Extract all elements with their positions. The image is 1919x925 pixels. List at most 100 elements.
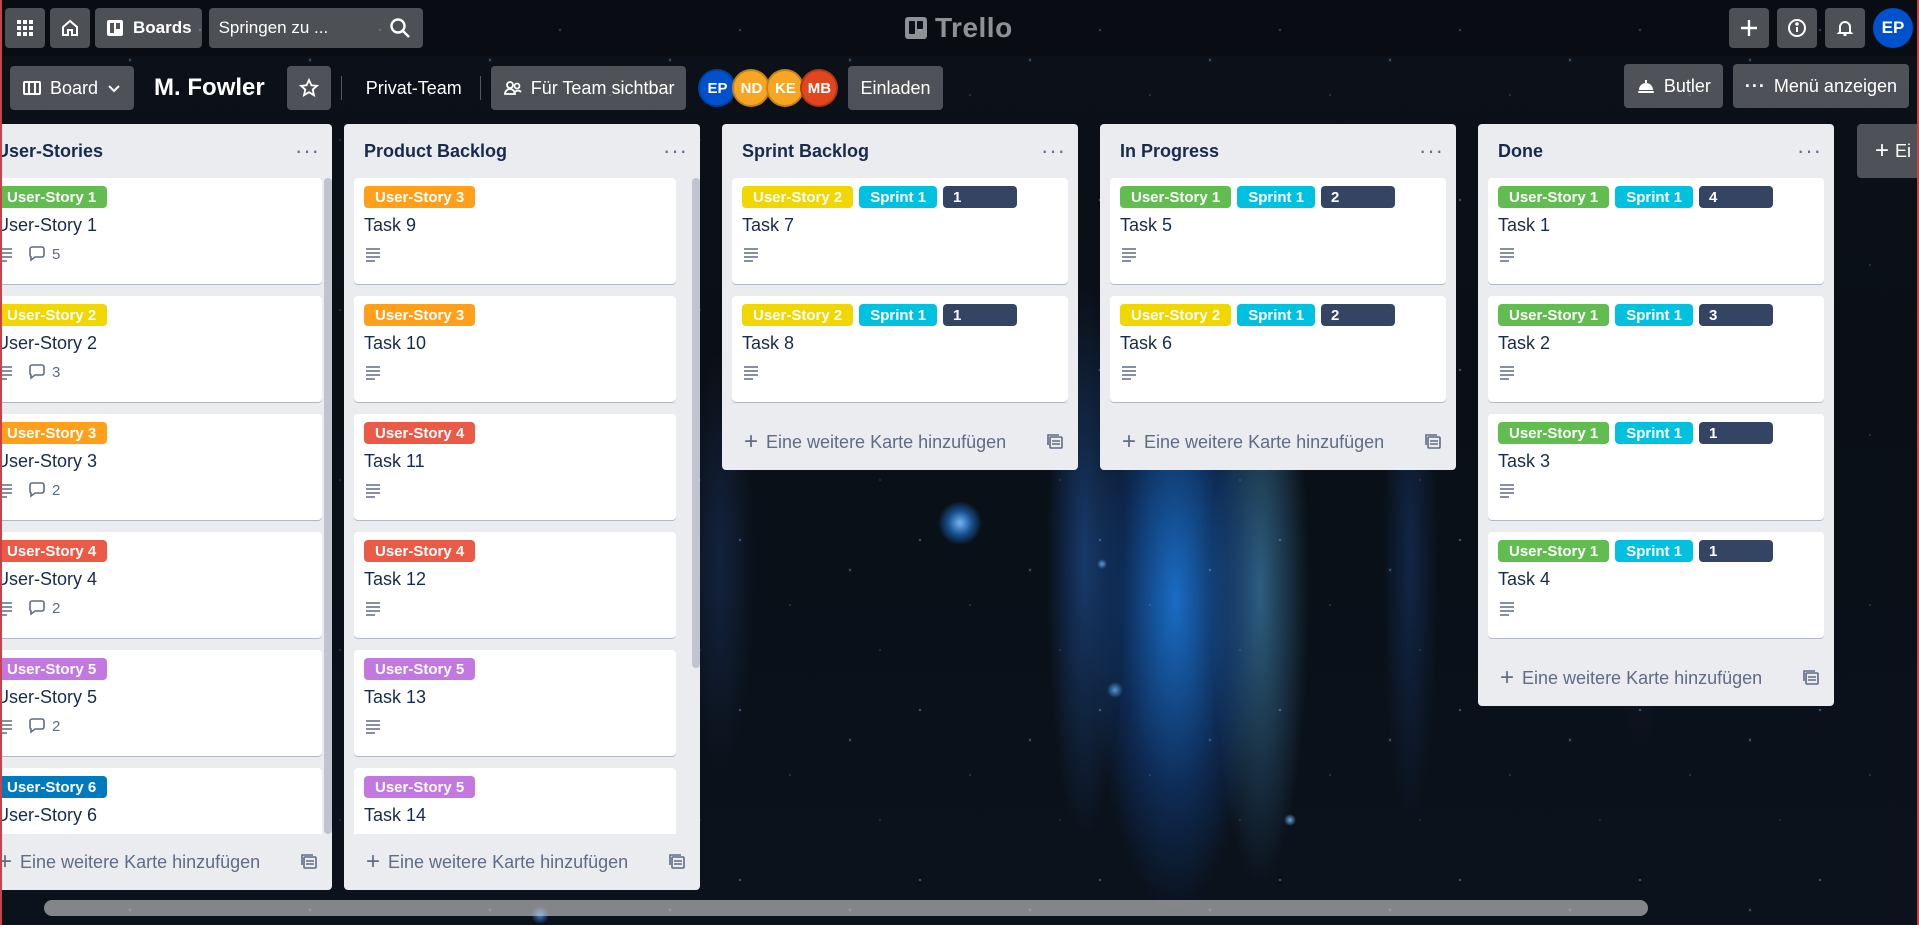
card-label: 1 [1699,540,1774,562]
card[interactable]: User-Story 4 Task 12 [354,532,676,638]
card[interactable]: User-Story 3 Task 10 [354,296,676,402]
list-done[interactable]: Done ··· User-Story 1 Sprint 1 4 Task 1 … [1478,124,1834,706]
list-menu-icon[interactable]: ··· [295,138,320,164]
header-divider [340,76,342,100]
board-view-switcher[interactable]: Board [10,66,135,110]
card-label: User-Story 5 [364,658,476,680]
scrollbar-thumb[interactable] [44,900,1648,916]
search-input[interactable]: Springen zu ... [208,8,423,48]
list-title[interactable]: User-Stories [0,141,295,162]
invite-button[interactable]: Einladen [848,66,943,110]
add-card-button[interactable]: + Eine weitere Karte hinzufügen [1122,428,1424,456]
card[interactable]: User-Story 5 User-Story 5 2 [0,650,322,756]
info-button[interactable] [1777,8,1817,48]
boards-button[interactable]: Boards [95,8,202,48]
home-button[interactable] [50,8,90,48]
add-card-button[interactable]: + Eine weitere Karte hinzufügen [1500,664,1802,692]
card[interactable]: User-Story 2 Sprint 1 2 Task 6 [1110,296,1446,402]
user-avatar[interactable]: EP [1873,8,1913,48]
card[interactable]: User-Story 2 Sprint 1 1 Task 7 [732,178,1068,284]
butler-label: Butler [1663,75,1711,96]
card[interactable]: User-Story 1 Sprint 1 4 Task 1 [1488,178,1824,284]
board-horizontal-scrollbar[interactable] [44,900,1648,916]
list-scrollbar[interactable] [692,178,700,668]
list-title[interactable]: Product Backlog [364,141,663,162]
notifications-button[interactable] [1825,8,1865,48]
description-icon [1122,366,1136,380]
member-avatar[interactable]: ND [732,69,771,107]
card[interactable]: User-Story 1 User-Story 1 5 [0,178,322,284]
list-menu-icon[interactable]: ··· [1041,138,1066,164]
member-avatar[interactable]: KE [766,69,805,107]
card-label: 2 [1321,186,1396,208]
card[interactable]: User-Story 3 User-Story 3 2 [0,414,322,520]
card[interactable]: User-Story 5 Task 14 [354,768,676,834]
card[interactable]: User-Story 2 Sprint 1 1 Task 8 [732,296,1068,402]
list-in-progress[interactable]: In Progress ··· User-Story 1 Sprint 1 2 … [1100,124,1456,470]
list-user-stories[interactable]: User-Stories ··· User-Story 1 User-Story… [0,124,332,890]
description-icon [1500,366,1514,380]
comment-count: 2 [52,599,61,617]
create-button[interactable] [1729,8,1769,48]
card-title: Task 4 [1498,569,1551,589]
visibility-button[interactable]: Für Team sichtbar [490,66,687,110]
list-title[interactable]: In Progress [1120,141,1419,162]
home-icon [62,19,78,36]
list-scrollbar[interactable] [324,178,332,834]
card[interactable]: User-Story 4 Task 11 [354,414,676,520]
member-avatar[interactable]: EP [698,69,737,107]
board-title[interactable]: M. Fowler [144,74,275,102]
card[interactable]: User-Story 5 Task 13 [354,650,676,756]
card[interactable]: User-Story 1 Sprint 1 3 Task 2 [1488,296,1824,402]
card[interactable]: User-Story 2 User-Story 2 3 [0,296,322,402]
list-product-backlog[interactable]: Product Backlog ··· User-Story 3 Task 9 … [344,124,700,890]
card-title: Task 12 [364,569,427,589]
board-view-label: Board [50,77,99,98]
card[interactable]: User-Story 3 Task 9 [354,178,676,284]
header-divider [479,76,481,100]
add-card-button[interactable]: + Eine weitere Karte hinzufügen [366,848,668,876]
card-template-icon[interactable] [1424,433,1442,451]
list-title[interactable]: Sprint Backlog [742,141,1041,162]
card[interactable]: User-Story 1 Sprint 1 1 Task 4 [1488,532,1824,638]
add-card-row: + Eine weitere Karte hinzufügen [0,834,332,890]
apps-button[interactable] [5,8,45,48]
add-card-button[interactable]: + Eine weitere Karte hinzufügen [0,848,300,876]
card-template-icon[interactable] [668,853,686,871]
comment-icon [29,364,45,380]
card-template-icon[interactable] [1046,433,1064,451]
add-list-button[interactable]: + Ei [1857,124,1919,178]
card-label: User-Story 2 [742,304,854,326]
list-menu-icon[interactable]: ··· [1419,138,1444,164]
show-menu-button[interactable]: ··· Menü anzeigen [1732,64,1909,108]
star-button[interactable] [286,66,331,110]
card[interactable]: User-Story 1 Sprint 1 2 Task 5 [1110,178,1446,284]
team-button[interactable]: Privat-Team [352,66,476,110]
card-title: Task 9 [364,215,417,235]
card-template-icon[interactable] [1802,669,1820,687]
trello-logo[interactable]: Trello [905,10,1013,46]
card[interactable]: User-Story 1 Sprint 1 1 Task 3 [1488,414,1824,520]
card[interactable]: User-Story 4 User-Story 4 2 [0,532,322,638]
card-title: Task 7 [742,215,795,235]
member-avatar[interactable]: MB [800,69,839,107]
card[interactable]: User-Story 6 User-Story 6 [0,768,322,834]
comment-count: 3 [52,363,61,381]
card-template-icon[interactable] [300,853,318,871]
card-label: User-Story 1 [1498,304,1610,326]
card-label: Sprint 1 [1237,304,1316,326]
board-view-icon [23,81,41,95]
list-menu-icon[interactable]: ··· [1797,138,1822,164]
butler-button[interactable]: Butler [1623,64,1723,108]
description-icon [0,248,12,262]
add-card-label: Eine weitere Karte hinzufügen [766,431,1007,452]
add-card-button[interactable]: + Eine weitere Karte hinzufügen [744,428,1046,456]
logo-text: Trello [935,12,1013,43]
card-label: User-Story 1 [1498,540,1610,562]
list-sprint-backlog[interactable]: Sprint Backlog ··· User-Story 2 Sprint 1… [722,124,1078,470]
list-menu-icon[interactable]: ··· [663,138,688,164]
description-icon [744,366,758,380]
list-title[interactable]: Done [1498,141,1797,162]
card-title: User-Story 5 [0,687,98,707]
plus-icon [1741,20,1757,36]
